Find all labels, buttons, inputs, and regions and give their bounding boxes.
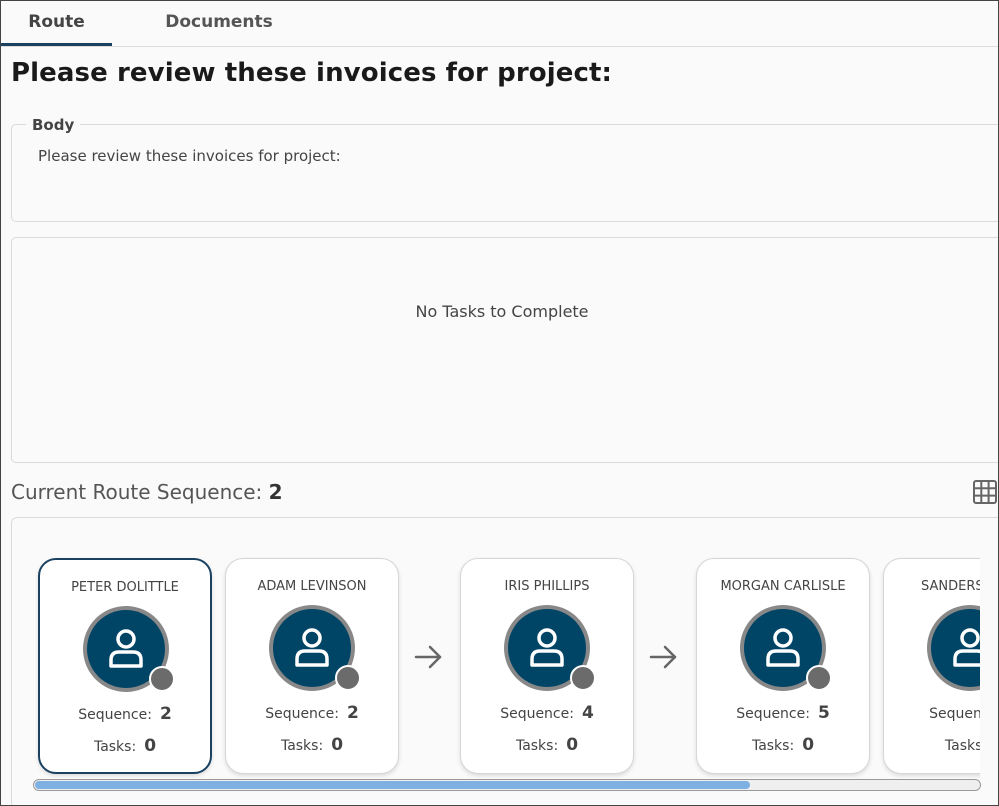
body-legend: Body [26, 116, 81, 134]
route-cards-viewport: PETER DOLITTLE Sequence: 2 Tasks: 0 ADAM L… [12, 518, 980, 778]
status-dot [806, 665, 832, 691]
body-text: Please review these invoices for project… [38, 147, 341, 165]
grid-icon[interactable] [972, 480, 998, 504]
tasks-value: 0 [566, 735, 579, 755]
avatar [927, 605, 980, 691]
tasks-label: Tasks: [93, 739, 137, 755]
horizontal-scrollbar[interactable] [33, 779, 981, 791]
scrollbar-thumb[interactable] [35, 781, 750, 789]
user-icon [953, 628, 980, 667]
app-frame: Route Documents Please review these invo… [0, 0, 999, 806]
route-card-iris-phillips[interactable]: IRIS PHILLIPS Sequence: 4 Tasks: 0 [460, 558, 634, 774]
arrow-right-icon [414, 645, 442, 669]
sequence-label: Sequence: [265, 706, 339, 722]
tab-documents[interactable]: Documents [139, 1, 299, 45]
status-dot [335, 665, 361, 691]
route-card-name: ADAM LEVINSON [257, 579, 367, 594]
route-sequence-panel: PETER DOLITTLE Sequence: 2 Tasks: 0 ADAM L… [11, 517, 998, 805]
arrow-right-icon [649, 645, 677, 669]
route-card-name: MORGAN CARLISLE [720, 579, 846, 594]
page-title: Please review these invoices for project… [11, 58, 613, 88]
status-dot [570, 665, 596, 691]
tab-bar: Route Documents [1, 1, 998, 47]
route-card-adam-levinson[interactable]: ADAM LEVINSON Sequence: 2 Tasks: 0 [225, 558, 399, 774]
route-card-morgan-carlisle[interactable]: MORGAN CARLISLE Sequence: 5 Tasks: 0 [696, 558, 870, 774]
route-card-name: PETER DOLITTLE [71, 580, 179, 595]
tasks-label: Tasks: [280, 738, 324, 754]
sequence-value: 2 [346, 703, 359, 723]
tasks-label: Tasks: [751, 738, 795, 754]
tasks-value: 0 [331, 735, 344, 755]
tasks-value: 0 [144, 736, 157, 756]
avatar [83, 606, 175, 692]
tasks-value: 0 [802, 735, 815, 755]
user-icon [109, 629, 143, 668]
user-icon [530, 628, 564, 667]
tasks-empty-message: No Tasks to Complete [415, 302, 589, 321]
route-sequence-header: Current Route Sequence: 2 [11, 480, 283, 504]
avatar [740, 605, 832, 691]
tasks-label: Tasks: [515, 738, 559, 754]
sequence-value: 5 [817, 703, 830, 723]
route-card-name: IRIS PHILLIPS [504, 579, 590, 594]
route-sequence-number: 2 [268, 480, 283, 504]
route-card-peter-dolittle[interactable]: PETER DOLITTLE Sequence: 2 Tasks: 0 [38, 558, 212, 774]
user-icon [766, 628, 800, 667]
status-dot [149, 666, 175, 692]
route-card-sanderson[interactable]: SANDERSON M Sequence: Tasks: [883, 558, 980, 774]
sequence-value: 4 [581, 703, 594, 723]
route-card-name: SANDERSON M [921, 579, 980, 594]
tab-route[interactable]: Route [1, 1, 112, 46]
tasks-panel: No Tasks to Complete [11, 237, 998, 463]
sequence-label: Sequence: [500, 706, 574, 722]
sequence-value: 2 [159, 704, 172, 724]
avatar [269, 605, 361, 691]
route-sequence-label: Current Route Sequence: [11, 480, 263, 504]
body-fieldset: Body Please review these invoices for pr… [11, 116, 998, 222]
tasks-label: Tasks: [944, 738, 980, 754]
sequence-label: Sequence: [929, 706, 980, 722]
user-icon [295, 628, 329, 667]
avatar [504, 605, 596, 691]
sequence-label: Sequence: [736, 706, 810, 722]
sequence-label: Sequence: [78, 707, 152, 723]
